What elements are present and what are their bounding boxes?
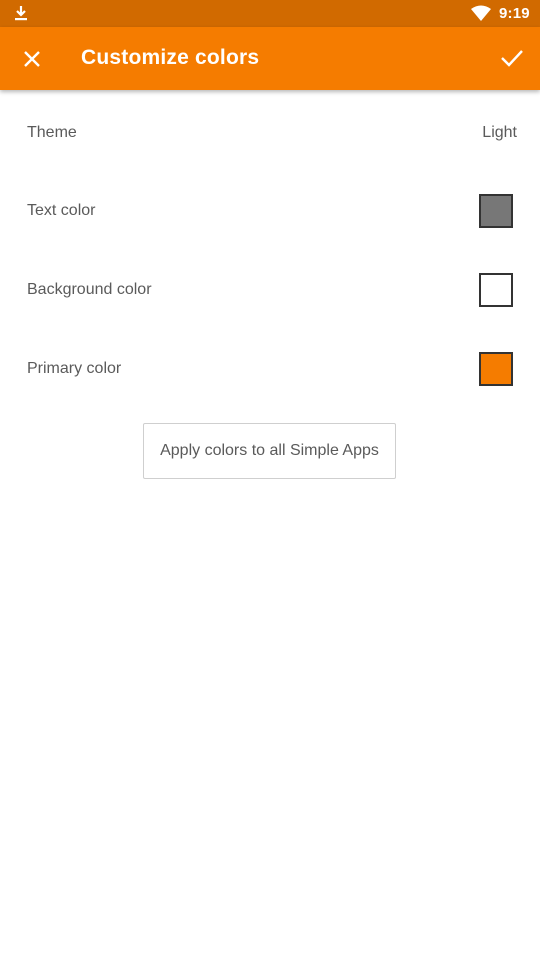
background-color-label: Background color: [27, 281, 152, 298]
theme-row[interactable]: Theme Light: [0, 103, 540, 163]
page-title: Customize colors: [81, 46, 260, 69]
download-icon: [15, 6, 27, 21]
primary-color-label: Primary color: [27, 360, 122, 377]
check-icon: [501, 50, 523, 67]
background-color-row[interactable]: Background color: [0, 260, 540, 320]
status-bar: 9:19: [0, 0, 540, 27]
save-button[interactable]: [489, 37, 535, 81]
text-color-swatch[interactable]: [479, 194, 513, 228]
wifi-icon: [471, 5, 491, 21]
background-color-swatch[interactable]: [479, 273, 513, 307]
theme-label: Theme: [27, 124, 77, 141]
close-button[interactable]: [10, 37, 54, 81]
close-icon: [24, 51, 40, 67]
status-clock: 9:19: [499, 5, 530, 22]
theme-value[interactable]: Light: [482, 124, 517, 142]
app-bar: Customize colors: [0, 27, 540, 90]
text-color-row[interactable]: Text color: [0, 181, 540, 241]
primary-color-swatch[interactable]: [479, 352, 513, 386]
apply-colors-button[interactable]: Apply colors to all Simple Apps: [143, 423, 396, 479]
primary-color-row[interactable]: Primary color: [0, 339, 540, 399]
text-color-label: Text color: [27, 202, 96, 219]
